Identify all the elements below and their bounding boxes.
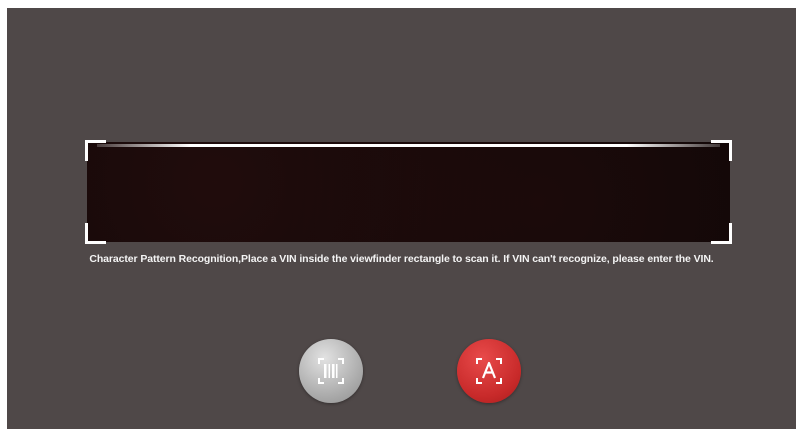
scan-line — [97, 144, 720, 147]
text-recognition-icon — [474, 356, 504, 386]
viewfinder-corner-top-right — [711, 140, 732, 161]
barcode-scan-icon — [316, 356, 346, 386]
vin-scanner-screen: Character Pattern Recognition,Place a VI… — [7, 8, 796, 429]
text-recognition-button[interactable] — [457, 339, 521, 403]
barcode-scan-button[interactable] — [299, 339, 363, 403]
viewfinder-corner-bottom-right — [711, 223, 732, 244]
viewfinder-corner-top-left — [85, 140, 106, 161]
viewfinder-corner-bottom-left — [85, 223, 106, 244]
scan-instruction-text: Character Pattern Recognition,Place a VI… — [89, 253, 714, 265]
viewfinder-rectangle — [85, 140, 732, 244]
